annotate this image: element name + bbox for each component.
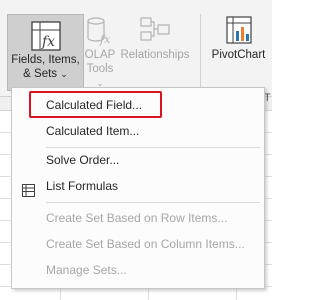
list-formulas-icon bbox=[22, 180, 35, 206]
menu-item-create-set-row-items[interactable]: Create Set Based on Row Items... bbox=[12, 205, 264, 231]
menu-item-calculated-item[interactable]: Calculated Item... bbox=[12, 118, 264, 144]
relationships-label: Relationships bbox=[120, 49, 190, 61]
fields-items-sets-icon: fx bbox=[30, 21, 61, 51]
menu-item-label: Calculated Item... bbox=[46, 124, 140, 138]
olap-tools-label-text: Tools bbox=[86, 63, 114, 75]
menu-item-solve-order[interactable]: Solve Order... bbox=[12, 147, 264, 173]
menu-item-manage-sets[interactable]: Manage Sets... bbox=[12, 257, 264, 283]
chevron-down-icon: ⌄ bbox=[60, 69, 68, 79]
ribbon-calculations-group: fx Fields, Items, & Sets ⌄ fx OLAP Tools… bbox=[0, 0, 272, 104]
highlight-box bbox=[29, 91, 162, 118]
menu-item-label: Create Set Based on Row Items... bbox=[46, 211, 228, 225]
fields-items-sets-label-text: & Sets bbox=[23, 68, 58, 80]
relationships-icon bbox=[140, 16, 170, 46]
olap-tools-label-line1: OLAP bbox=[84, 49, 116, 61]
pivotchart-label: PivotChart bbox=[211, 49, 266, 61]
fields-items-sets-button[interactable]: fx Fields, Items, & Sets ⌄ bbox=[7, 14, 84, 91]
fields-items-sets-label-line2: & Sets ⌄ bbox=[8, 67, 83, 81]
ribbon-group-label-fragment: T bbox=[264, 92, 271, 104]
ribbon-group-divider bbox=[200, 14, 201, 92]
fields-items-sets-dropdown: Calculated Field... Calculated Item... S… bbox=[11, 87, 265, 289]
olap-cube-icon: fx bbox=[85, 16, 115, 46]
olap-tools-label-line2: Tools ⌄ bbox=[82, 62, 118, 90]
svg-text:fx: fx bbox=[41, 34, 55, 50]
svg-text:fx: fx bbox=[99, 33, 111, 46]
menu-item-label: List Formulas bbox=[46, 179, 119, 193]
olap-tools-button[interactable]: fx OLAP Tools ⌄ bbox=[82, 16, 118, 90]
fields-items-sets-label-line1: Fields, Items, bbox=[11, 54, 80, 66]
relationships-button[interactable]: Relationships bbox=[118, 16, 192, 62]
menu-item-label: Manage Sets... bbox=[46, 263, 127, 277]
pivotchart-icon bbox=[224, 16, 254, 46]
menu-item-create-set-column-items[interactable]: Create Set Based on Column Items... bbox=[12, 231, 264, 257]
menu-item-label: Create Set Based on Column Items... bbox=[46, 237, 245, 251]
menu-item-label: Solve Order... bbox=[46, 153, 120, 167]
menu-item-list-formulas[interactable]: List Formulas bbox=[12, 173, 264, 199]
pivotchart-button[interactable]: PivotChart bbox=[205, 16, 272, 62]
menu-separator bbox=[46, 202, 260, 203]
